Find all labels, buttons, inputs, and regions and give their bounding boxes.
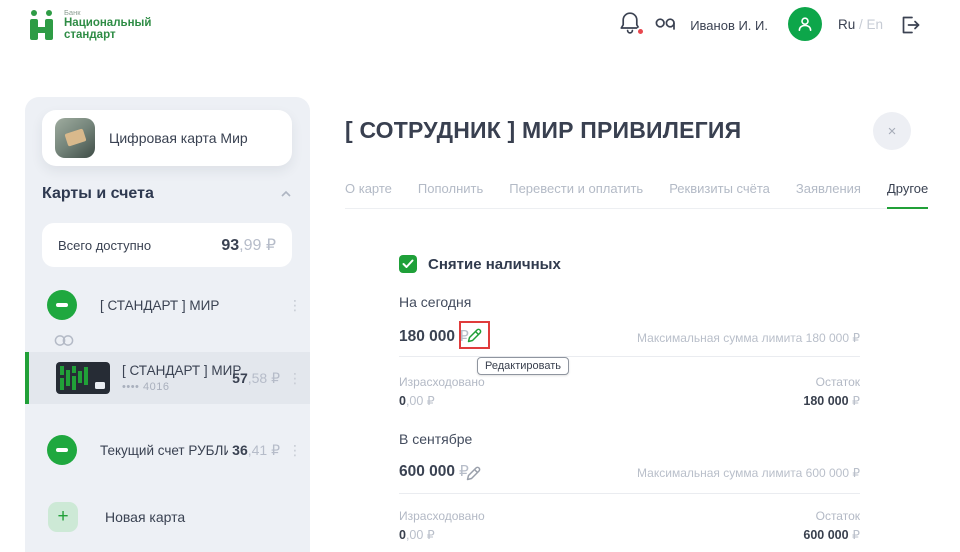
kebab-menu-icon[interactable]: ⋮: [288, 370, 302, 387]
total-available-label: Всего доступно: [58, 238, 151, 253]
spent-block-today: Израсходовано 0,00 ₽: [399, 375, 485, 408]
accounts-sidebar: Цифровая карта Мир Карты и счета Всего д…: [25, 97, 310, 552]
kebab-menu-icon[interactable]: ⋮: [288, 297, 302, 314]
cash-withdrawal-label: Снятие наличных: [428, 256, 561, 273]
tab-other[interactable]: Другое: [887, 181, 928, 196]
bank-logo[interactable]: Банк Национальный стандарт: [30, 9, 151, 41]
pencil-icon: [466, 327, 483, 344]
close-icon: ×: [888, 123, 897, 140]
account-name: [ СТАНДАРТ ] МИР: [100, 298, 219, 313]
account-balance: 36,41 ₽: [232, 442, 280, 459]
account-row-standart-mir[interactable]: [ СТАНДАРТ ] МИР ⋮: [25, 285, 310, 325]
kebab-menu-icon[interactable]: ⋮: [288, 442, 302, 459]
account-icon: [47, 435, 77, 465]
account-row-current-rub[interactable]: Текущий счет РУБЛИ40 36,41 ₽ ⋮: [25, 430, 310, 470]
max-limit-label-today: Максимальная сумма лимита 180 000 ₽: [560, 331, 860, 345]
edit-tooltip: Редактировать: [477, 357, 569, 375]
account-balance: 57,58 ₽: [232, 370, 280, 387]
divider: [399, 493, 860, 494]
language-switcher[interactable]: Ru / En: [838, 17, 883, 32]
section-title: Карты и счета: [42, 185, 154, 203]
link-icon: [53, 334, 75, 352]
divider: [399, 356, 860, 357]
card-tabs: О карте Пополнить Перевести и оплатить Р…: [345, 181, 920, 209]
page-title: [ СОТРУДНИК ] МИР ПРИВИЛЕГИЯ: [345, 117, 741, 144]
person-icon: [796, 15, 814, 33]
digital-card-banner[interactable]: Цифровая карта Мир: [42, 110, 292, 166]
card-texts: [ СТАНДАРТ ] МИР •••• 4016: [122, 363, 241, 393]
notification-badge: [636, 27, 645, 36]
total-available-amount: 93,99 ₽: [221, 235, 276, 255]
spent-block-month: Израсходовано 0,00 ₽: [399, 509, 485, 542]
rest-block-today: Остаток 180 000 ₽: [660, 375, 860, 408]
account-row-card-4016-selected[interactable]: [ СТАНДАРТ ] МИР •••• 4016 57,58 ₽ ⋮: [25, 352, 310, 404]
bank-logo-icon: [30, 9, 56, 41]
plus-icon: +: [48, 502, 78, 532]
rest-block-month: Остаток 600 000 ₽: [660, 509, 860, 542]
digital-card-app-icon: [55, 118, 95, 158]
app-window: Банк Национальный стандарт Иванов И. И.: [0, 0, 960, 552]
max-limit-label-month: Максимальная сумма лимита 600 000 ₽: [560, 466, 860, 480]
lang-en[interactable]: En: [867, 17, 884, 32]
support-headset-icon[interactable]: [654, 13, 678, 33]
account-name: Текущий счет РУБЛИ40: [100, 443, 228, 458]
tab-about[interactable]: О карте: [345, 181, 392, 196]
pencil-icon: [465, 465, 482, 482]
tab-topup[interactable]: Пополнить: [418, 181, 483, 196]
period-label-month: В сентябре: [399, 431, 472, 447]
notifications-bell-icon[interactable]: [618, 10, 644, 38]
user-name[interactable]: Иванов И. И.: [680, 18, 768, 33]
total-available-card: Всего доступно 93,99 ₽: [42, 223, 292, 267]
edit-limit-button-highlighted[interactable]: [459, 321, 490, 349]
user-avatar[interactable]: [788, 7, 822, 41]
selected-indicator: [25, 352, 29, 404]
check-icon: [402, 259, 414, 269]
lang-ru[interactable]: Ru: [838, 17, 855, 32]
new-card-label: Новая карта: [105, 509, 185, 525]
card-thumbnail: [56, 362, 110, 394]
chevron-up-icon[interactable]: [280, 190, 292, 198]
card-number: •••• 4016: [122, 381, 241, 393]
cards-accounts-section-header[interactable]: Карты и счета: [42, 185, 292, 203]
close-button[interactable]: ×: [873, 112, 911, 150]
new-card-button[interactable]: + Новая карта: [48, 502, 185, 532]
bank-logo-text: Банк Национальный стандарт: [64, 9, 151, 41]
top-header: Банк Национальный стандарт Иванов И. И.: [0, 0, 960, 56]
edit-limit-button-month[interactable]: [465, 465, 482, 482]
digital-card-label: Цифровая карта Мир: [109, 130, 248, 146]
logout-icon[interactable]: [898, 13, 922, 37]
period-label-today: На сегодня: [399, 294, 471, 310]
limit-amount-month: 600 000₽: [399, 462, 469, 481]
tab-requisites[interactable]: Реквизиты счёта: [669, 181, 770, 196]
tab-transfer-pay[interactable]: Перевести и оплатить: [509, 181, 643, 196]
cash-withdrawal-checkbox[interactable]: [399, 255, 417, 273]
account-name: [ СТАНДАРТ ] МИР: [122, 363, 241, 378]
tab-applications[interactable]: Заявления: [796, 181, 861, 196]
account-icon: [47, 290, 77, 320]
